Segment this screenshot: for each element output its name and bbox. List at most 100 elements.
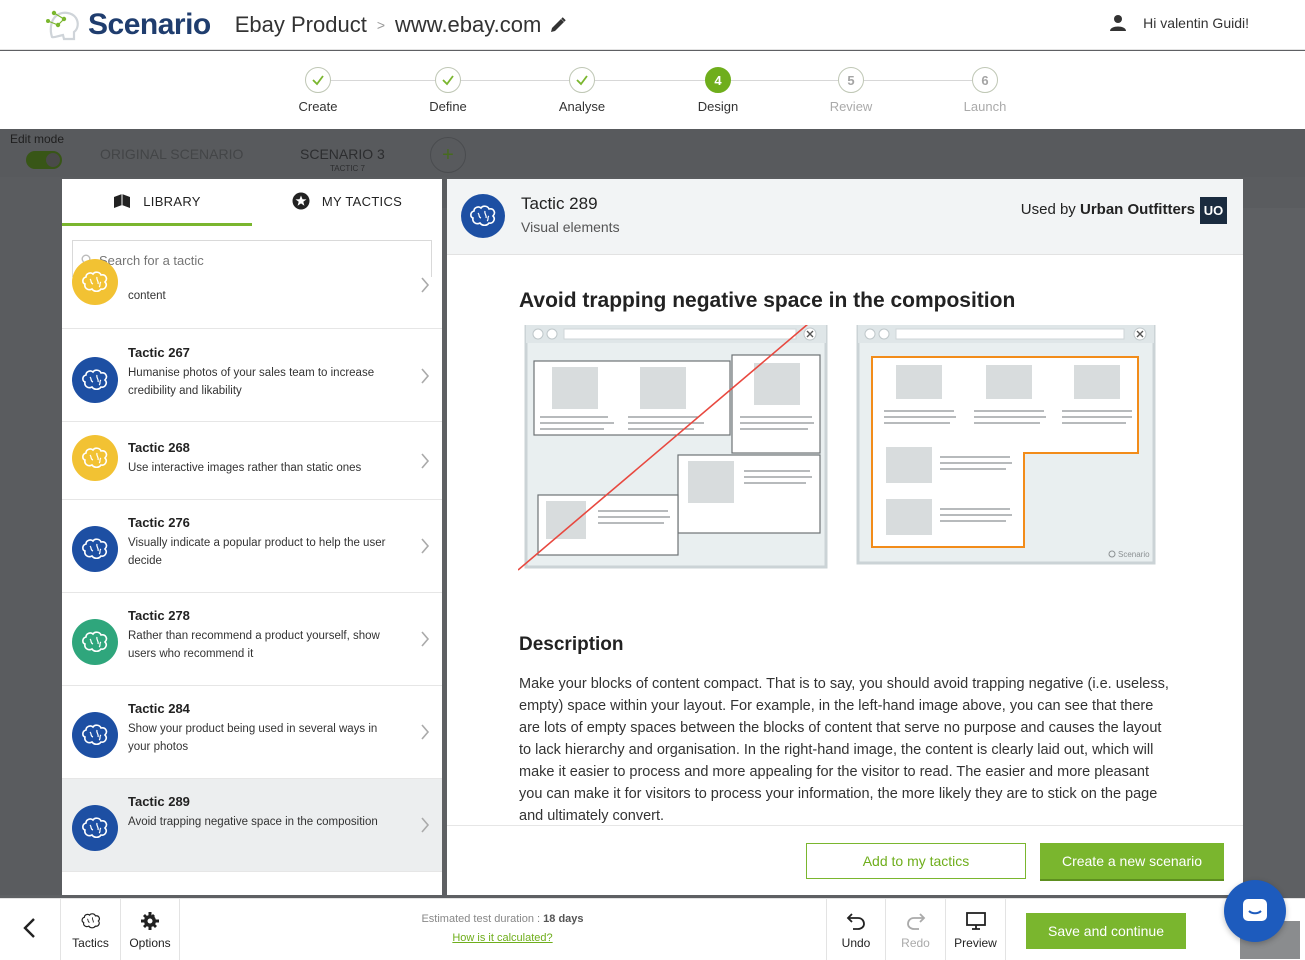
project-name[interactable]: Ebay Product — [235, 12, 367, 38]
step-design[interactable]: 4 Design — [668, 67, 768, 114]
step-label: Launch — [963, 99, 1007, 114]
edit-mode-toggle[interactable] — [26, 151, 62, 169]
options-label: Options — [129, 936, 171, 950]
logo-text: Scenario — [88, 7, 211, 41]
detail-subtitle: Visual elements — [521, 219, 620, 235]
brain-icon — [81, 913, 100, 929]
check-icon — [312, 75, 324, 86]
tactic-icon — [72, 805, 118, 851]
list-item-selected[interactable]: Tactic 289 Avoid trapping negative space… — [62, 779, 442, 872]
estimated-duration: Estimated test duration : 18 days — [380, 913, 625, 925]
description-text: Make your blocks of content compact. Tha… — [519, 676, 1169, 824]
list-item[interactable]: Tactic 278 Rather than recommend a produ… — [62, 593, 442, 686]
search-input[interactable] — [99, 252, 399, 268]
step-done-circle — [569, 67, 595, 93]
tactics-button[interactable]: Tactics — [61, 899, 121, 960]
undo-button[interactable]: Undo — [826, 899, 886, 960]
user-menu[interactable]: Hi valentin Guidi! — [1109, 14, 1249, 32]
tactic-icon — [72, 712, 118, 758]
tactic-description: Visually indicate a popular product to h… — [128, 537, 386, 567]
background-left — [0, 179, 62, 895]
save-and-continue-button[interactable]: Save and continue — [1026, 913, 1186, 949]
brain-icon — [470, 205, 496, 227]
tactic-description: Rather than recommend a product yourself… — [128, 630, 380, 660]
check-icon — [442, 75, 454, 86]
list-item[interactable]: Tactic 276 Visually indicate a popular p… — [62, 500, 442, 593]
tactic-icon — [72, 619, 118, 665]
back-button[interactable] — [0, 899, 61, 960]
current-scenario-tab[interactable]: SCENARIO 3 — [300, 146, 385, 162]
redo-icon — [906, 913, 925, 930]
search-box — [72, 240, 432, 280]
tab-label: LIBRARY — [143, 193, 201, 209]
brain-icon — [82, 817, 108, 839]
top-header: Scenario Ebay Product > www.ebay.com Hi … — [0, 0, 1305, 50]
negative-space-illustration: Scenario — [518, 325, 1156, 571]
step-create[interactable]: Create — [268, 67, 368, 114]
undo-label: Undo — [841, 936, 871, 950]
list-item[interactable]: content — [62, 259, 442, 329]
edit-mode-label: Edit mode — [10, 132, 65, 146]
progress-stepper: Create Define Analyse 4 Design 5 Review … — [0, 51, 1305, 129]
chevron-right-icon — [421, 724, 430, 740]
redo-button[interactable]: Redo — [886, 899, 946, 960]
estimate-prefix: Estimated test duration : — [421, 913, 541, 925]
chevron-right-icon — [421, 453, 430, 469]
original-scenario-tab[interactable]: ORIGINAL SCENARIO — [100, 146, 243, 162]
brain-icon — [82, 369, 108, 391]
brain-icon — [82, 271, 108, 293]
step-define[interactable]: Define — [398, 67, 498, 114]
chevron-right-icon — [421, 538, 430, 554]
tab-my-tactics[interactable]: MY TACTICS — [252, 179, 442, 226]
step-label: Review — [829, 99, 873, 114]
tactic-description: Humanise photos of your sales team to in… — [128, 367, 375, 397]
check-icon — [576, 75, 588, 86]
library-panel: LIBRARY MY TACTICS content — [62, 179, 442, 895]
tactic-icon — [72, 357, 118, 403]
tactic-title: Tactic 276 — [128, 515, 190, 530]
breadcrumb-separator: > — [376, 16, 385, 33]
good-layout-illustration: Scenario — [856, 325, 1156, 565]
tactic-description: Use interactive images rather than stati… — [128, 462, 362, 474]
tactic-icon — [461, 194, 505, 238]
book-icon — [114, 194, 131, 208]
brain-icon — [82, 538, 108, 560]
add-scenario-button[interactable]: + — [430, 137, 466, 173]
tab-library[interactable]: LIBRARY — [62, 179, 252, 226]
add-to-my-tactics-button[interactable]: Add to my tactics — [806, 843, 1026, 879]
bottom-toolbar: Tactics Options Estimated test duration … — [0, 898, 1305, 960]
list-item[interactable]: Tactic 284 Show your product being used … — [62, 686, 442, 779]
site-url[interactable]: www.ebay.com — [395, 12, 541, 38]
how-calculated-link[interactable]: How is it calculated? — [380, 932, 625, 944]
options-button[interactable]: Options — [121, 899, 180, 960]
chat-icon — [1243, 899, 1267, 921]
step-number: 4 — [705, 67, 731, 93]
chevron-right-icon — [421, 631, 430, 647]
step-done-circle — [305, 67, 331, 93]
create-new-scenario-button[interactable]: Create a new scenario — [1040, 843, 1224, 879]
gear-icon — [141, 912, 159, 930]
tactic-list: content Tactic 267 Humanise photos of yo… — [62, 259, 442, 872]
tactic-title: Tactic 268 — [128, 440, 190, 455]
list-item[interactable]: Tactic 267 Humanise photos of your sales… — [62, 329, 442, 422]
redo-label: Redo — [901, 936, 930, 950]
step-number: 6 — [972, 67, 998, 93]
chevron-right-icon — [421, 817, 430, 833]
tactic-description: Avoid trapping negative space in the com… — [128, 816, 378, 828]
step-analyse[interactable]: Analyse — [532, 67, 632, 114]
preview-button[interactable]: Preview — [946, 899, 1006, 960]
used-by-company: Urban Outfitters — [1079, 201, 1195, 218]
pencil-icon[interactable] — [549, 16, 567, 34]
scenario-logo-icon — [46, 10, 79, 40]
tactic-title: Tactic 278 — [128, 608, 190, 623]
detail-heading: Avoid trapping negative space in the com… — [519, 289, 1016, 312]
tactic-detail-panel: Tactic 289 Visual elements Used by Urban… — [447, 179, 1243, 895]
tactic-icon — [72, 526, 118, 572]
step-label: Analyse — [558, 99, 606, 114]
list-item[interactable]: Tactic 268 Use interactive images rather… — [62, 422, 442, 500]
chat-widget-button[interactable] — [1224, 880, 1286, 942]
tactic-description: content — [128, 290, 166, 302]
logo[interactable]: Scenario — [44, 5, 211, 45]
step-label: Design — [697, 99, 739, 114]
chevron-right-icon — [421, 368, 430, 384]
